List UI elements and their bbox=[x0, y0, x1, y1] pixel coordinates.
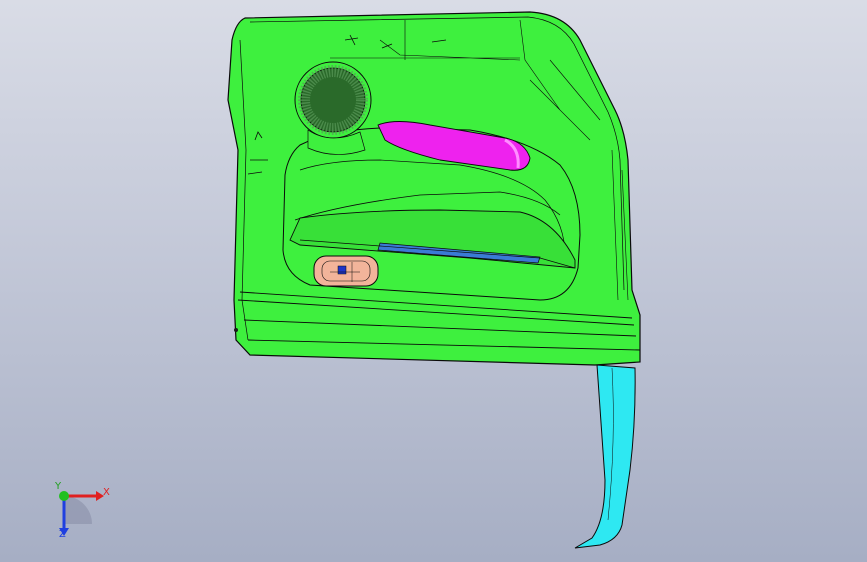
door-trim-panel-model[interactable] bbox=[0, 0, 867, 562]
x-axis-label: X bbox=[103, 487, 110, 498]
lower-extension-part[interactable] bbox=[574, 364, 636, 549]
orientation-triad[interactable]: X Y Z bbox=[40, 478, 120, 548]
triad-shadow bbox=[64, 496, 92, 524]
door-lock-button[interactable] bbox=[337, 265, 347, 275]
y-axis-dot bbox=[59, 491, 69, 501]
y-axis-label: Y bbox=[55, 481, 62, 492]
cad-viewport[interactable]: X Y Z bbox=[0, 0, 867, 562]
mounting-clip bbox=[234, 328, 238, 332]
z-axis-label: Z bbox=[59, 529, 66, 540]
